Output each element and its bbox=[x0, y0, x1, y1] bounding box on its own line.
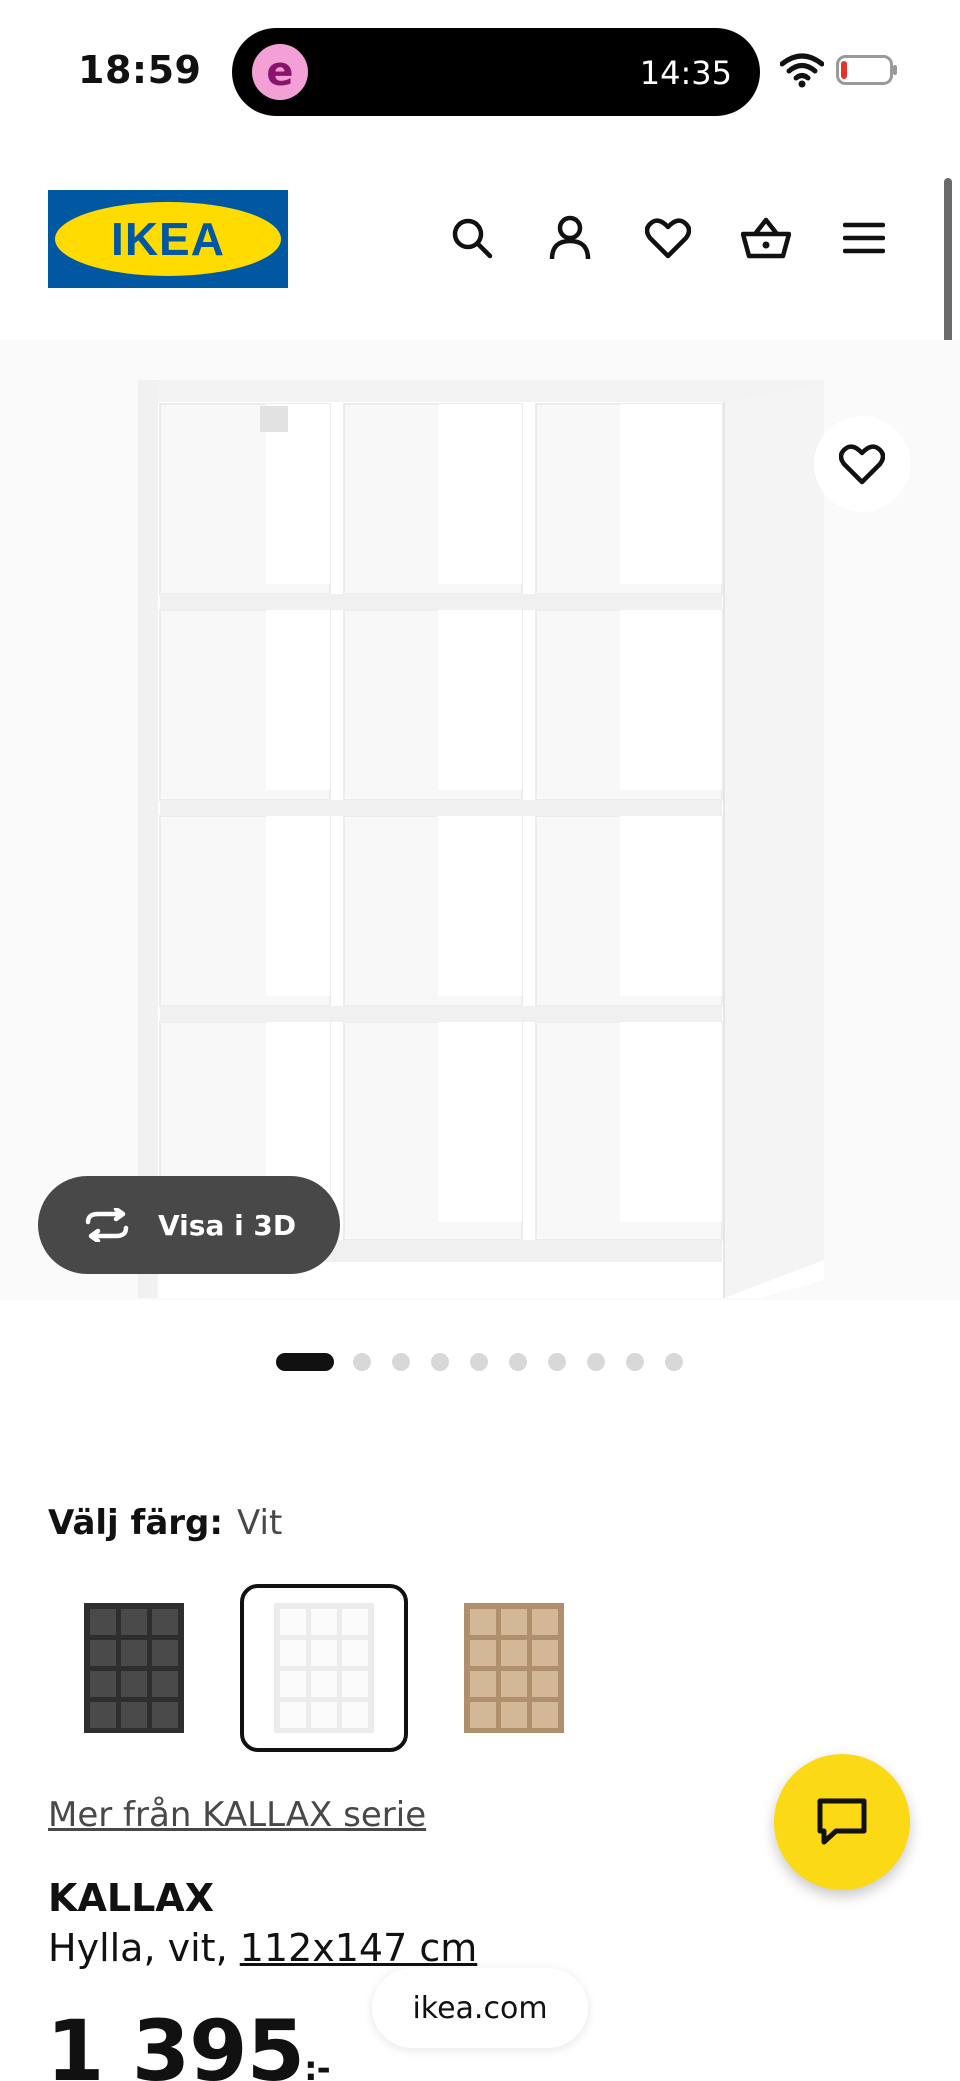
svg-text:IKEA: IKEA bbox=[111, 213, 225, 265]
view-in-3d-button[interactable]: Visa i 3D bbox=[38, 1176, 340, 1274]
carousel-dot[interactable] bbox=[470, 1353, 488, 1371]
product-price: 1 395:- bbox=[46, 2002, 331, 2081]
kallax-oak-thumbnail bbox=[464, 1603, 564, 1733]
carousel-dot[interactable] bbox=[665, 1353, 683, 1371]
carousel-dot[interactable] bbox=[431, 1353, 449, 1371]
heart-icon[interactable] bbox=[640, 210, 696, 266]
rotate-3d-icon bbox=[85, 1208, 129, 1242]
carousel-dot-active[interactable] bbox=[276, 1353, 334, 1371]
island-app-icon: e bbox=[252, 44, 308, 100]
basket-icon[interactable] bbox=[738, 210, 794, 266]
product-description: Hylla, vit, 112x147 cm bbox=[48, 1926, 477, 1970]
status-bar: 18:59 e 14:35 bbox=[0, 0, 960, 140]
product-type: Hylla, vit, bbox=[48, 1926, 240, 1970]
battery-low-icon bbox=[836, 55, 897, 85]
wifi-icon bbox=[780, 53, 824, 88]
carousel-dot[interactable] bbox=[353, 1353, 371, 1371]
carousel-dot[interactable] bbox=[509, 1353, 527, 1371]
heart-icon bbox=[839, 444, 885, 485]
chat-button[interactable] bbox=[774, 1754, 910, 1890]
image-favourite-button[interactable] bbox=[814, 416, 910, 512]
product-name: KALLAX bbox=[48, 1876, 214, 1920]
status-time: 18:59 bbox=[78, 48, 202, 92]
ikea-logo[interactable]: IKEA bbox=[48, 190, 288, 288]
series-link[interactable]: Mer från KALLAX serie bbox=[48, 1795, 426, 1835]
menu-icon[interactable] bbox=[836, 210, 892, 266]
chat-icon bbox=[817, 1798, 867, 1845]
search-icon[interactable] bbox=[444, 210, 500, 266]
url-text: ikea.com bbox=[412, 1990, 548, 2026]
carousel-dot[interactable] bbox=[587, 1353, 605, 1371]
kallax-white-thumbnail bbox=[274, 1603, 374, 1733]
color-label: Välj färg: bbox=[48, 1503, 223, 1543]
product-image[interactable] bbox=[0, 340, 960, 1300]
color-swatch-black-brown[interactable] bbox=[50, 1584, 218, 1752]
carousel-dot[interactable] bbox=[548, 1353, 566, 1371]
price-suffix: :- bbox=[304, 2049, 331, 2081]
color-swatch-white[interactable] bbox=[240, 1584, 408, 1752]
browser-url-bar[interactable]: ikea.com bbox=[372, 1968, 588, 2048]
carousel-dots bbox=[0, 1352, 960, 1372]
color-selector-label: Välj färg: Vit bbox=[48, 1503, 282, 1543]
price-value: 1 395 bbox=[46, 2002, 305, 2081]
account-icon[interactable] bbox=[542, 210, 598, 266]
carousel-dot[interactable] bbox=[626, 1353, 644, 1371]
site-header: IKEA bbox=[0, 190, 960, 294]
kallax-black-thumbnail bbox=[84, 1603, 184, 1733]
dynamic-island[interactable]: e 14:35 bbox=[232, 28, 760, 116]
size-link[interactable]: 112x147 cm bbox=[240, 1926, 478, 1970]
kallax-shelf-image bbox=[138, 380, 824, 1298]
carousel-dot[interactable] bbox=[392, 1353, 410, 1371]
view-in-3d-label: Visa i 3D bbox=[158, 1208, 297, 1242]
island-timer: 14:35 bbox=[639, 54, 732, 92]
selected-color-value: Vit bbox=[236, 1503, 283, 1543]
color-swatch-oak[interactable] bbox=[430, 1584, 598, 1752]
